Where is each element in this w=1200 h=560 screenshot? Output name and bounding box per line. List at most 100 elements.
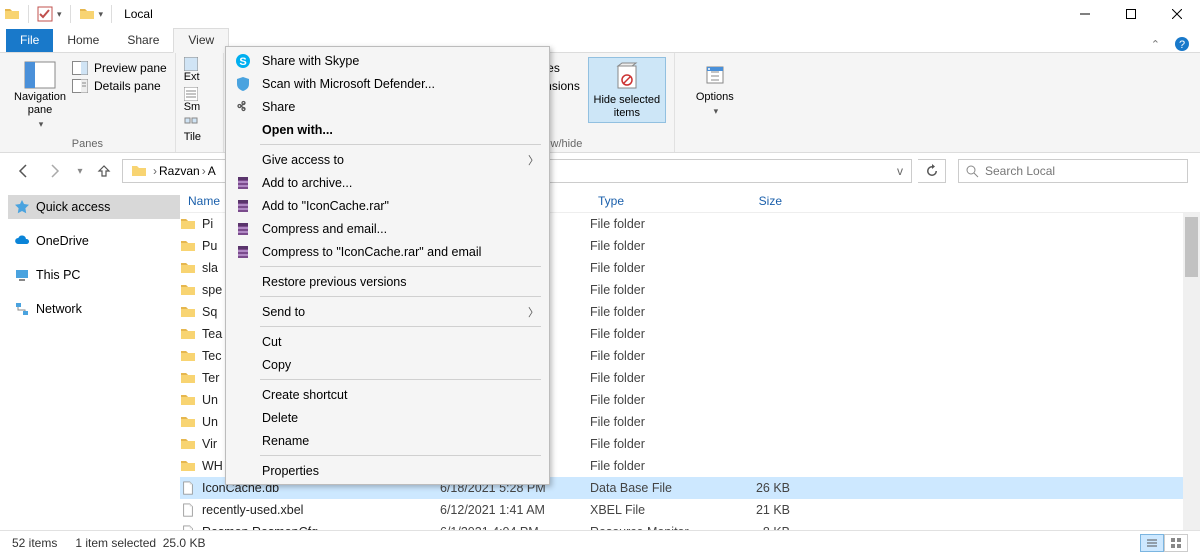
menu-item[interactable]: Properties (226, 459, 549, 482)
file-size: 21 KB (710, 503, 790, 517)
options-button[interactable]: Options ▾ (683, 57, 747, 117)
breadcrumb-seg[interactable]: Razvan (159, 164, 200, 178)
file-type: File folder (590, 459, 710, 473)
menu-item-label: Rename (262, 434, 309, 448)
file-type: File folder (590, 217, 710, 231)
view-large-button[interactable] (1164, 534, 1188, 552)
menu-item[interactable]: Create shortcut (226, 383, 549, 406)
sidebar-item-network[interactable]: Network (8, 297, 180, 321)
col-type[interactable]: Type (590, 194, 710, 208)
view-details-button[interactable] (1140, 534, 1164, 552)
menu-item[interactable]: Send to〉 (226, 300, 549, 323)
layout-small[interactable]: Sm (184, 87, 201, 113)
search-input[interactable]: Search Local (958, 159, 1188, 183)
menu-item-label: Give access to (262, 153, 344, 167)
refresh-button[interactable] (918, 159, 946, 183)
scrollbar-thumb[interactable] (1185, 217, 1198, 277)
menu-item[interactable]: Restore previous versions (226, 270, 549, 293)
up-button[interactable] (92, 159, 116, 183)
blank-icon (234, 409, 252, 427)
menu-item[interactable]: Share (226, 95, 549, 118)
col-size[interactable]: Size (710, 194, 790, 208)
back-button[interactable] (12, 159, 36, 183)
tab-home[interactable]: Home (53, 29, 113, 52)
menu-item-label: Scan with Microsoft Defender... (262, 77, 435, 91)
monitor-icon (14, 267, 30, 283)
menu-item[interactable]: Open with... (226, 118, 549, 141)
tab-file[interactable]: File (6, 29, 53, 52)
sidebar-item-label: This PC (36, 268, 80, 282)
address-bar: ▾ › Razvan › A v Search Local (0, 153, 1200, 189)
tab-share[interactable]: Share (113, 29, 173, 52)
cloud-icon (14, 233, 30, 249)
menu-item[interactable]: Compress and email... (226, 217, 549, 240)
menu-item[interactable]: Delete (226, 406, 549, 429)
file-type: File folder (590, 415, 710, 429)
layout-extra-large[interactable]: Ext (184, 57, 200, 83)
ribbon-collapse-icon[interactable]: ⌃ (1151, 38, 1160, 51)
maximize-button[interactable] (1108, 0, 1154, 28)
file-name: WH (202, 459, 223, 473)
file-name: Un (202, 415, 218, 429)
menu-item[interactable]: Add to archive... (226, 171, 549, 194)
navigation-pane-button[interactable]: Navigation pane▾ (8, 57, 72, 130)
file-type: File folder (590, 327, 710, 341)
file-type: File folder (590, 239, 710, 253)
folder-icon (180, 459, 196, 473)
file-icon (180, 481, 196, 495)
menu-item[interactable]: Rename (226, 429, 549, 452)
folder-icon (180, 261, 196, 275)
hide-selected-button[interactable]: Hide selected items (588, 57, 666, 123)
menu-item[interactable]: SShare with Skype (226, 49, 549, 72)
menu-item-label: Restore previous versions (262, 275, 407, 289)
menu-item-label: Compress to "IconCache.rar" and email (262, 245, 481, 259)
menu-item-label: Add to "IconCache.rar" (262, 199, 389, 213)
forward-button[interactable] (42, 159, 66, 183)
folder-icon (180, 217, 196, 231)
menu-item-label: Add to archive... (262, 176, 352, 190)
menu-item[interactable]: Scan with Microsoft Defender... (226, 72, 549, 95)
checkbox-icon[interactable] (37, 6, 53, 22)
file-icon (180, 503, 196, 517)
context-menu: SShare with Skype Scan with Microsoft Def… (225, 46, 550, 485)
folder-icon (180, 415, 196, 429)
minimize-button[interactable] (1062, 0, 1108, 28)
details-pane-button[interactable]: Details pane (72, 79, 167, 93)
sidebar-item-onedrive[interactable]: OneDrive (8, 229, 180, 253)
table-row[interactable]: recently-used.xbel6/12/2021 1:41 AMXBEL … (180, 499, 1200, 521)
sidebar-item-this-pc[interactable]: This PC (8, 263, 180, 287)
file-name: Resmon.ResmonCfg (202, 525, 318, 530)
close-button[interactable] (1154, 0, 1200, 28)
table-row[interactable]: Resmon.ResmonCfg6/1/2021 4:04 PMResource… (180, 521, 1200, 530)
menu-item[interactable]: Copy (226, 353, 549, 376)
folder-icon (180, 305, 196, 319)
help-icon[interactable]: ? (1174, 36, 1190, 52)
menu-item[interactable]: Add to "IconCache.rar" (226, 194, 549, 217)
menu-item[interactable]: Give access to〉 (226, 148, 549, 171)
layout-tiles[interactable]: Tile (184, 117, 201, 143)
file-size: 8 KB (710, 525, 790, 530)
search-icon (965, 164, 979, 178)
menu-item[interactable]: Compress to "IconCache.rar" and email (226, 240, 549, 263)
chevron-down-icon[interactable]: v (893, 164, 907, 178)
sidebar-item-quick-access[interactable]: Quick access (8, 195, 180, 219)
menu-item-label: Delete (262, 411, 298, 425)
file-type: File folder (590, 261, 710, 275)
breadcrumb-seg[interactable]: A (208, 164, 216, 178)
blank-icon (234, 303, 252, 321)
menu-item-label: Copy (262, 358, 291, 372)
file-type: File folder (590, 371, 710, 385)
status-count: 52 items (12, 536, 57, 550)
scrollbar[interactable] (1183, 213, 1200, 530)
preview-pane-button[interactable]: Preview pane (72, 61, 167, 75)
sidebar-item-label: Network (36, 302, 82, 316)
tab-view[interactable]: View (173, 28, 229, 53)
folder-icon (180, 393, 196, 407)
folder-icon (180, 327, 196, 341)
menu-item[interactable]: Cut (226, 330, 549, 353)
qat-caret-icon[interactable]: ▾ (57, 9, 62, 20)
menu-tabs: File Home Share View ⌃ ? (0, 28, 1200, 53)
blank-icon (234, 151, 252, 169)
recent-locations-button[interactable]: ▾ (72, 159, 86, 183)
content: Quick access OneDrive This PC Network Na… (0, 189, 1200, 530)
